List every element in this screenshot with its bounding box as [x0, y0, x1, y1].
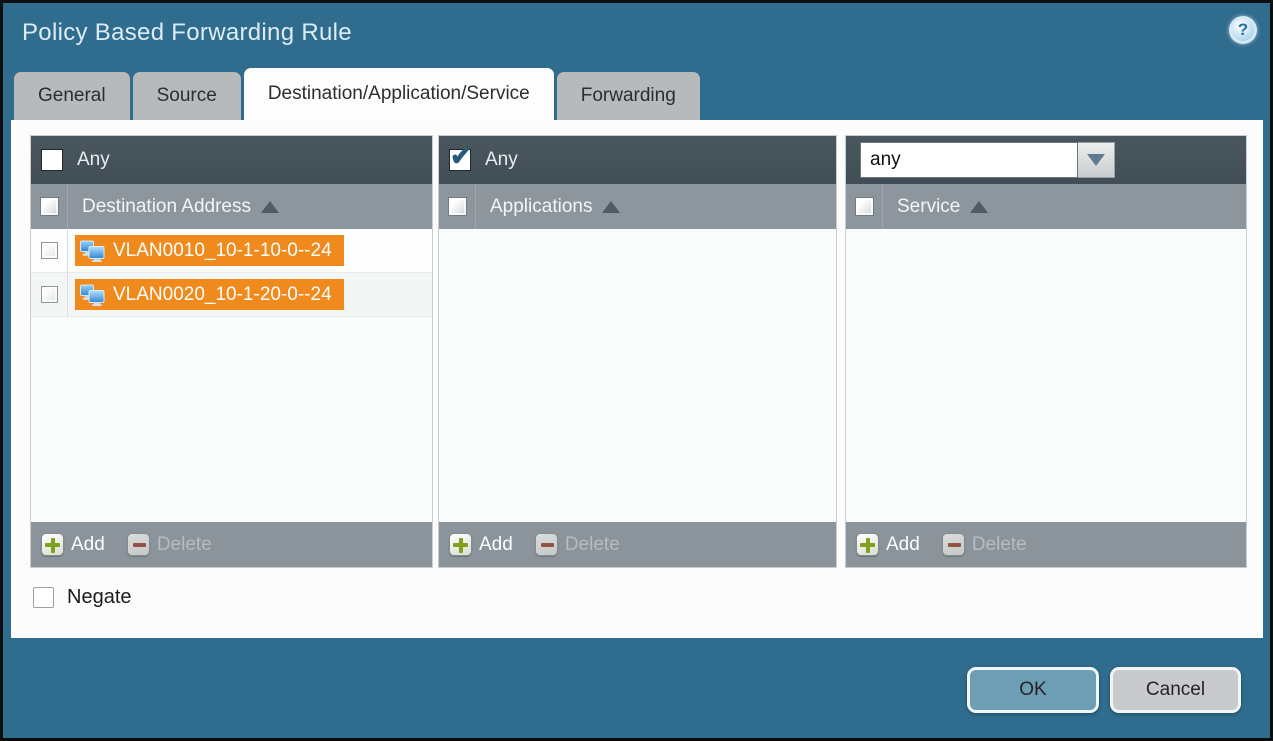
destination-any-checkbox[interactable] [41, 149, 63, 171]
sort-ascending-icon [602, 201, 620, 213]
address-object-chip[interactable]: VLAN0010_10-1-10-0--24 [75, 235, 344, 266]
tab-forwarding[interactable]: Forwarding [557, 72, 700, 120]
applications-column-header[interactable]: Applications [439, 184, 836, 229]
plus-icon [41, 533, 64, 556]
service-dropdown-bar: any [846, 136, 1246, 184]
applications-select-all-checkbox[interactable] [448, 197, 467, 216]
destination-add-button[interactable]: Add [41, 533, 105, 556]
ok-button[interactable]: OK [967, 667, 1099, 713]
destination-address-panel: Any Destination Address V [30, 135, 433, 568]
row-checkbox-cell [31, 273, 68, 316]
negate-checkbox[interactable] [33, 587, 54, 608]
service-toolbar: Add Delete [846, 522, 1246, 567]
service-list [846, 229, 1246, 522]
dialog-frame: Policy Based Forwarding Rule ? General S… [0, 0, 1273, 741]
dialog-title: Policy Based Forwarding Rule [22, 19, 352, 47]
service-select-all-cell [846, 184, 883, 229]
row-checkbox[interactable] [41, 286, 58, 303]
address-object-name: VLAN0020_10-1-20-0--24 [113, 284, 332, 306]
network-address-icon [80, 284, 106, 306]
question-mark-glyph: ? [1232, 19, 1254, 41]
service-delete-button[interactable]: Delete [942, 533, 1027, 556]
applications-panel: ✔ Any Applications Add Delete [438, 135, 837, 568]
destination-address-list: VLAN0010_10-1-10-0--24 VLAN0020_10-1-20-… [31, 229, 432, 522]
applications-any-label: Any [485, 149, 518, 171]
negate-label: Negate [67, 586, 132, 609]
applications-list [439, 229, 836, 522]
destination-header-label: Destination Address [82, 196, 251, 218]
destination-select-all-checkbox[interactable] [40, 197, 59, 216]
applications-select-all-cell [439, 184, 476, 229]
row-checkbox-cell [31, 229, 68, 272]
minus-icon [127, 533, 150, 556]
service-panel: any Service Add Delete [845, 135, 1247, 568]
service-column-header[interactable]: Service [846, 184, 1246, 229]
applications-add-button[interactable]: Add [449, 533, 513, 556]
destination-any-label: Any [77, 149, 110, 171]
applications-any-bar: ✔ Any [439, 136, 836, 184]
tab-bar: General Source Destination/Application/S… [14, 68, 700, 120]
service-any-dropdown[interactable]: any [860, 142, 1115, 178]
service-dropdown-value[interactable]: any [860, 142, 1078, 178]
checkmark-icon: ✔ [450, 143, 472, 169]
minus-icon [535, 533, 558, 556]
destination-row[interactable]: VLAN0020_10-1-20-0--24 [31, 273, 432, 317]
help-icon[interactable]: ? [1229, 16, 1257, 44]
destination-delete-button[interactable]: Delete [127, 533, 212, 556]
service-add-button[interactable]: Add [856, 533, 920, 556]
applications-header-label: Applications [490, 196, 592, 218]
row-checkbox[interactable] [41, 242, 58, 259]
minus-icon [942, 533, 965, 556]
address-object-name: VLAN0010_10-1-10-0--24 [113, 240, 332, 262]
address-object-chip[interactable]: VLAN0020_10-1-20-0--24 [75, 279, 344, 310]
network-address-icon [80, 240, 106, 262]
chevron-down-icon [1087, 154, 1105, 166]
tab-source[interactable]: Source [133, 72, 241, 120]
negate-option: Negate [33, 586, 132, 609]
applications-any-checkbox[interactable]: ✔ [449, 149, 471, 171]
plus-icon [856, 533, 879, 556]
tab-destination-application-service[interactable]: Destination/Application/Service [244, 68, 554, 120]
applications-toolbar: Add Delete [439, 522, 836, 567]
sort-ascending-icon [261, 201, 279, 213]
service-header-label: Service [897, 196, 960, 218]
tab-general[interactable]: General [14, 72, 130, 120]
dropdown-button[interactable] [1078, 142, 1115, 178]
service-select-all-checkbox[interactable] [855, 197, 874, 216]
plus-icon [449, 533, 472, 556]
destination-select-all-cell [31, 184, 68, 229]
cancel-button[interactable]: Cancel [1110, 667, 1241, 713]
sort-ascending-icon [970, 201, 988, 213]
destination-toolbar: Add Delete [31, 522, 432, 567]
destination-row[interactable]: VLAN0010_10-1-10-0--24 [31, 229, 432, 273]
destination-address-column-header[interactable]: Destination Address [31, 184, 432, 229]
destination-any-bar: Any [31, 136, 432, 184]
applications-delete-button[interactable]: Delete [535, 533, 620, 556]
